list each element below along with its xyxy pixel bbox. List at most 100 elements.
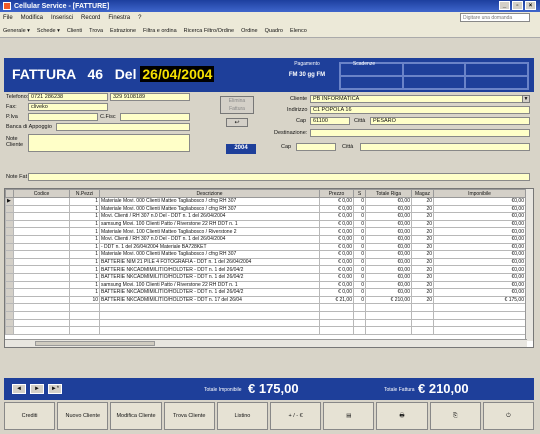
cell-imponibile[interactable]: €0,00 (433, 227, 526, 236)
cell-sconto[interactable] (353, 326, 366, 335)
cell-magaz[interactable]: 20 (411, 204, 434, 214)
cell-prezzo[interactable]: € 0,00 (319, 227, 354, 236)
table-row[interactable]: 1 BATTERIE NKCADMIM/LITIO/HOLDTER - DDT n… (5, 265, 526, 274)
cell-pezzi[interactable]: 1 (69, 197, 100, 206)
cell-codice[interactable] (13, 310, 70, 320)
cell-descrizione[interactable]: Materiale Movi. 000 Clienti Matteo Tagli… (99, 250, 320, 259)
menu-record[interactable]: Record (81, 15, 100, 21)
payment-box[interactable]: Pagamento FM 30 gg FM (282, 61, 332, 78)
row-selector[interactable] (5, 295, 14, 305)
cell-codice[interactable] (13, 227, 70, 236)
cell-codice[interactable] (13, 204, 70, 214)
cell-magaz[interactable]: 20 (411, 295, 434, 305)
prev-record-button[interactable]: ◄ (12, 384, 26, 394)
cell-prezzo[interactable]: € 0,00 (319, 265, 354, 274)
scroll-thumb[interactable] (35, 341, 155, 346)
cell-sconto[interactable]: 0 (353, 272, 366, 282)
cell-descrizione[interactable]: Movi. Clienti / RH 307 n.0 Del - DDT n. … (99, 234, 320, 244)
note-cliente-field[interactable] (28, 134, 190, 152)
cell-sconto[interactable]: 0 (353, 288, 366, 297)
cell-prezzo[interactable]: € 0,00 (319, 250, 354, 259)
bank-field[interactable] (56, 123, 190, 131)
cell-imponibile[interactable]: €0,00 (433, 257, 526, 267)
invoice-date[interactable]: 26/04/2004 (140, 66, 215, 82)
cell-prezzo[interactable] (319, 318, 354, 328)
cell-descrizione[interactable] (99, 318, 320, 328)
minimize-button[interactable]: _ (499, 1, 510, 10)
cell-sconto[interactable] (353, 310, 366, 320)
cell-imponibile[interactable]: €0,00 (433, 272, 526, 282)
trova-cliente-button[interactable]: Trova Cliente (163, 402, 215, 430)
destinazione-field[interactable] (310, 129, 530, 137)
cell-sconto[interactable] (353, 318, 366, 328)
table-row[interactable] (5, 310, 526, 320)
cell-codice[interactable] (13, 288, 70, 297)
cell-totale[interactable]: €0,00 (365, 219, 412, 229)
cell-magaz[interactable]: 20 (411, 288, 434, 297)
cell-magaz[interactable] (411, 318, 434, 328)
table-row[interactable]: 1 BATTERIE NIM 21 PILE 4 FOTOGRAFIA - DDT… (5, 257, 526, 267)
cell-pezzi[interactable] (69, 303, 100, 312)
phone1-field[interactable]: 0721 286238 (28, 93, 108, 101)
cell-pezzi[interactable]: 1 (69, 204, 100, 214)
cf-field[interactable] (120, 113, 190, 121)
table-row[interactable]: 1 samsung Movi. 100 Clienti Patto / River… (5, 219, 526, 229)
table-row[interactable]: 1 Movi. Clienti / RH 307 n.0 Del - DDT n.… (5, 234, 526, 244)
toolbar-clienti[interactable]: Clienti (67, 28, 82, 34)
cell-codice[interactable] (13, 257, 70, 267)
cell-imponibile[interactable] (433, 326, 526, 335)
next-record-button[interactable]: ► (30, 384, 44, 394)
cell-magaz[interactable] (411, 310, 434, 320)
new-record-button[interactable]: ►* (48, 384, 62, 394)
table-row[interactable]: 1 Materiale Movi. 000 Clienti Matteo Tagl… (5, 204, 526, 214)
cell-prezzo[interactable]: € 0,00 (319, 242, 354, 252)
cell-descrizione[interactable] (99, 303, 320, 312)
cell-pezzi[interactable]: 1 (69, 250, 100, 259)
table-row[interactable]: 1- DDT n. 1 del 26/04/2004 Materiale BA7… (5, 242, 526, 252)
toolbar-elenco[interactable]: Elenco (290, 28, 307, 34)
cell-imponibile[interactable]: €0,00 (433, 219, 526, 229)
table-row[interactable]: 1 samsung Movi. 100 Clienti Patto / River… (5, 280, 526, 290)
cell-descrizione[interactable]: BATTERIE NKCADMIM/LITIO/HOLDTER - DDT n.… (99, 295, 320, 305)
cell-descrizione[interactable] (99, 310, 320, 320)
cell-imponibile[interactable]: €0,00 (433, 288, 526, 297)
cell-imponibile[interactable]: €0,00 (433, 204, 526, 214)
cell-descrizione[interactable]: samsung Movi. 100 Clienti Patto / Rivers… (99, 280, 320, 290)
cell-sconto[interactable]: 0 (353, 204, 366, 214)
table-row[interactable]: 10 BATTERIE NKCADMIM/LITIO/HOLDTER - DDT … (5, 295, 526, 305)
cell-magaz[interactable]: 20 (411, 227, 434, 236)
modifica-cliente-button[interactable]: Modifica Cliente (110, 402, 162, 430)
cell-codice[interactable] (13, 219, 70, 229)
toolbar-ordine[interactable]: Ordine (241, 28, 258, 34)
cell-totale[interactable]: €0,00 (365, 204, 412, 214)
row-selector[interactable] (5, 227, 14, 236)
piva-field[interactable] (28, 113, 98, 121)
cell-magaz[interactable]: 20 (411, 219, 434, 229)
table-row[interactable]: 1 Materiale Movi. 100 Clienti Matteo Tagl… (5, 227, 526, 236)
cell-totale[interactable] (365, 326, 412, 335)
row-selector[interactable] (5, 318, 14, 328)
cell-totale[interactable]: €0,00 (365, 227, 412, 236)
row-selector[interactable] (5, 326, 14, 335)
table-row[interactable]: ▶ 1 Materiale Movi. 000 Clienti Matteo Tag… (5, 197, 526, 206)
cell-totale[interactable] (365, 303, 412, 312)
cell-pezzi[interactable]: 1 (69, 219, 100, 229)
cell-totale[interactable]: €0,00 (365, 280, 412, 290)
cell-pezzi[interactable]: 1 (69, 212, 100, 221)
cell-magaz[interactable]: 20 (411, 242, 434, 252)
cell-totale[interactable]: €0,00 (365, 265, 412, 274)
cell-codice[interactable] (13, 234, 70, 244)
cell-sconto[interactable]: 0 (353, 212, 366, 221)
row-selector[interactable] (5, 272, 14, 282)
copy-icon[interactable]: ⎘ (429, 402, 481, 430)
cell-sconto[interactable]: 0 (353, 250, 366, 259)
plus-minus-euro-button[interactable]: + / - € (270, 402, 322, 430)
due-cell[interactable] (402, 76, 466, 89)
toolbar-ricerca[interactable]: Ricerca Filtro/Ordine (184, 28, 234, 34)
row-selector[interactable] (5, 242, 14, 252)
toolbar-quadro[interactable]: Quadro (265, 28, 283, 34)
cell-sconto[interactable]: 0 (353, 280, 366, 290)
cell-codice[interactable] (13, 265, 70, 274)
cell-codice[interactable] (13, 242, 70, 252)
cell-descrizione[interactable]: BATTERIE NKCADMIM/LITIO/HOLDTER - DDT n.… (99, 288, 320, 297)
